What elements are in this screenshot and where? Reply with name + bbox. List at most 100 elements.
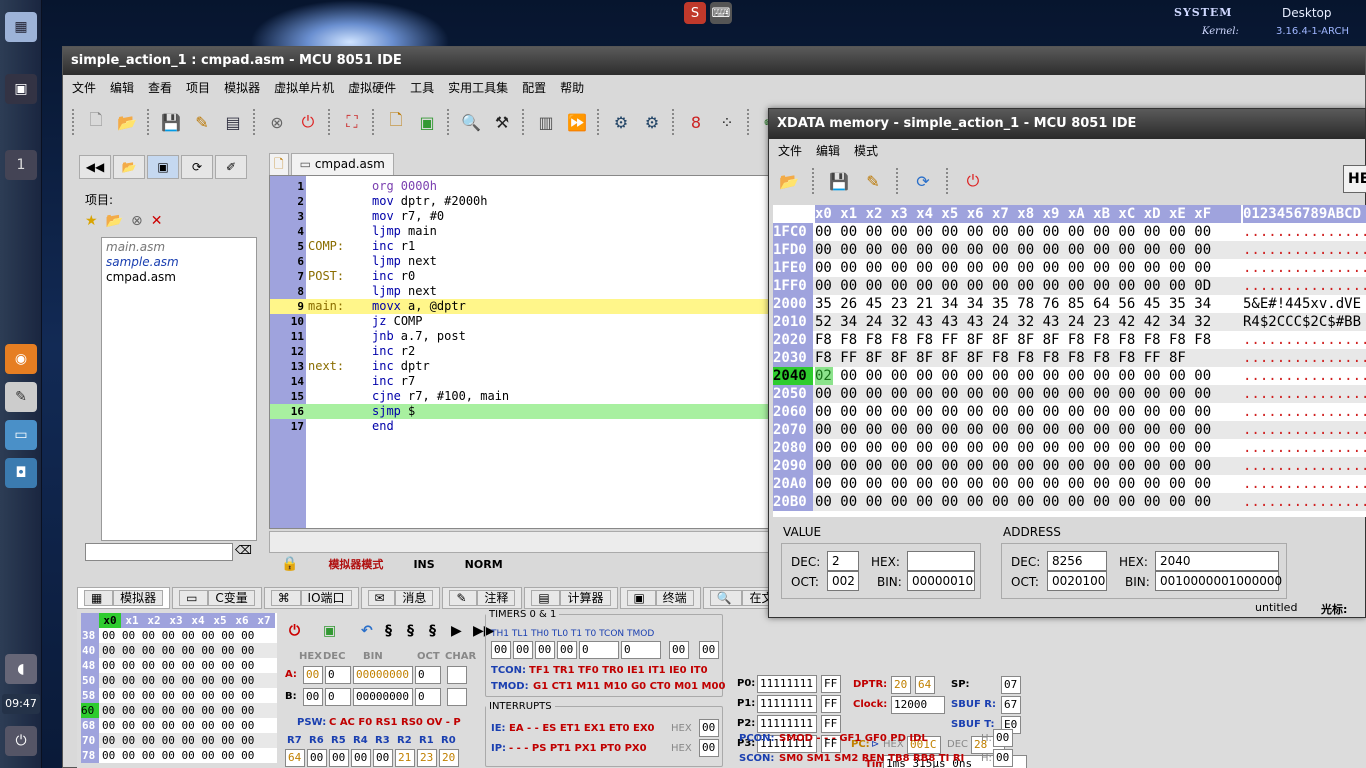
iram-row-values[interactable]: 00 00 00 00 00 00 00 00	[99, 658, 254, 673]
xdata-row-hex[interactable]: 35 26 45 23 21 34 34 35 78 76 85 64 56 4…	[815, 295, 1211, 313]
iram-row[interactable]: 48 00 00 00 00 00 00 00 00	[81, 658, 277, 673]
tmod-value[interactable]: 00	[699, 641, 719, 659]
xdata-row[interactable]: 1FC0 00 00 00 00 00 00 00 00 00 00 00 00 …	[773, 223, 1366, 241]
files-tab-icon[interactable]: ▣	[147, 155, 179, 179]
xdata-row-hex[interactable]: 00 00 00 00 00 00 00 00 00 00 00 00 00 0…	[815, 457, 1211, 475]
refresh-tab-icon[interactable]: ⟳	[181, 155, 213, 179]
xdata-hex-grid[interactable]: x0 x1 x2 x3 x4 x5 x6 x7 x8 x9 xA xB xC x…	[773, 205, 1366, 517]
iram-row[interactable]: 60 00 00 00 00 00 00 00 00	[81, 703, 277, 718]
list-item[interactable]: main.asm	[106, 240, 252, 255]
t1-value[interactable]: 0	[579, 641, 619, 659]
tab-io-ports[interactable]: ⌘ IO端口	[263, 587, 359, 609]
menu-file[interactable]: 文件	[65, 78, 103, 98]
tl1-value[interactable]: 00	[513, 641, 533, 659]
register-value[interactable]: 00	[307, 749, 327, 767]
xdata-row-hex[interactable]: 00 00 00 00 00 00 00 00 00 00 00 00 00 0…	[815, 223, 1211, 241]
app-tray-icon[interactable]: S	[684, 2, 706, 24]
xdata-row-hex[interactable]: 00 00 00 00 00 00 00 00 00 00 00 00 00 0…	[815, 403, 1211, 421]
tab-messages[interactable]: ✉ 消息	[360, 587, 441, 609]
xdata-row[interactable]: 2010 52 34 24 32 43 43 43 24 32 43 24 23 …	[773, 313, 1366, 331]
reg-b-char[interactable]	[447, 688, 467, 706]
compile-icon[interactable]: ⚙	[607, 108, 635, 136]
xdata-row[interactable]: 20A0 00 00 00 00 00 00 00 00 00 00 00 00 …	[773, 475, 1366, 493]
step-out-icon[interactable]: §	[429, 623, 436, 639]
disasm-icon[interactable]: ▥	[532, 108, 560, 136]
menu-utilities[interactable]: 实用工具集	[441, 78, 515, 98]
xdata-row[interactable]: 2060 00 00 00 00 00 00 00 00 00 00 00 00 …	[773, 403, 1366, 421]
iram-row[interactable]: 38 00 00 00 00 00 00 00 00	[81, 628, 277, 643]
scon-value[interactable]: 00	[993, 749, 1013, 767]
open-icon[interactable]: 📂	[106, 213, 123, 229]
rss-icon[interactable]: ◉	[5, 344, 37, 374]
dptr-low[interactable]: 64	[915, 676, 935, 694]
xdata-row[interactable]: 2090 00 00 00 00 00 00 00 00 00 00 00 00 …	[773, 457, 1366, 475]
port-binary[interactable]: 11111111	[757, 715, 817, 733]
reg-a-bin[interactable]: 00000000	[353, 666, 413, 684]
xdata-row[interactable]: 2080 00 00 00 00 00 00 00 00 00 00 00 00 …	[773, 439, 1366, 457]
open-icon[interactable]: 📂	[775, 167, 803, 195]
reg-b-hex[interactable]: 00	[303, 688, 323, 706]
reg-a-oct[interactable]: 0	[415, 666, 441, 684]
code-line[interactable]: 3 mov r7, #0	[270, 209, 770, 224]
list-item[interactable]: cmpad.asm	[106, 270, 252, 285]
code-line[interactable]: 1 org 0000h	[270, 179, 770, 194]
code-line[interactable]: 7 POST: inc r0	[270, 269, 770, 284]
refresh-icon[interactable]: ⟳	[909, 167, 937, 195]
workspace-number[interactable]: 1	[5, 150, 37, 180]
port-hex[interactable]: FF	[821, 695, 841, 713]
stop-icon[interactable]: ⏻	[289, 623, 300, 639]
workspace-switcher[interactable]: ▣	[5, 74, 37, 104]
step-over-icon[interactable]: §	[407, 623, 414, 639]
register-value[interactable]: 20	[439, 749, 459, 767]
menu-virtual-mcu[interactable]: 虚拟单片机	[267, 78, 341, 98]
editor-icon[interactable]: ✎	[5, 382, 37, 412]
pcon-value[interactable]: 00	[993, 729, 1013, 747]
menu-tools[interactable]: 工具	[403, 78, 441, 98]
open-file-icon[interactable]: 📂	[113, 108, 141, 136]
bookmarks-tab-icon[interactable]: ✐	[215, 155, 247, 179]
iram-row[interactable]: 40 00 00 00 00 00 00 00 00	[81, 643, 277, 658]
value-bin-field[interactable]: 00000010	[907, 571, 975, 591]
folder-icon[interactable]: ▭	[5, 420, 37, 450]
menu-simulator[interactable]: 模拟器	[217, 78, 267, 98]
sp-value[interactable]: 07	[1001, 676, 1021, 694]
code-line[interactable]: 9 main: movx a, @dptr	[270, 299, 770, 314]
tab-simulator[interactable]: ▦ 模拟器	[77, 587, 171, 609]
register-value[interactable]: 00	[329, 749, 349, 767]
xmenu-edit[interactable]: 编辑	[809, 141, 847, 161]
tcon-bits[interactable]: TF1 TR1 TF0 TR0 IE1 IT1 IE0 IT0	[529, 665, 708, 676]
xdata-window-title[interactable]: XDATA memory - simple_action_1 - MCU 805…	[769, 109, 1365, 139]
xdata-row[interactable]: 1FF0 00 00 00 00 00 00 00 00 00 00 00 00 …	[773, 277, 1366, 295]
value-dec-field[interactable]: 2	[827, 551, 859, 571]
port-hex[interactable]: FF	[821, 675, 841, 693]
code-line[interactable]: 8 ljmp next	[270, 284, 770, 299]
reg-a-hex[interactable]: 00	[303, 666, 323, 684]
xdata-row[interactable]: 1FE0 00 00 00 00 00 00 00 00 00 00 00 00 …	[773, 259, 1366, 277]
menu-view[interactable]: 查看	[141, 78, 179, 98]
exit-icon[interactable]: ⏻	[294, 108, 322, 136]
addr-oct-field[interactable]: 0020100	[1047, 571, 1107, 591]
new-tab-icon[interactable]: 🗋	[269, 153, 289, 175]
iram-row-values[interactable]: 00 00 00 00 00 00 00 00	[99, 703, 254, 718]
th1-value[interactable]: 00	[491, 641, 511, 659]
desktop-label[interactable]: Desktop	[1282, 6, 1332, 20]
xdata-row[interactable]: 2050 00 00 00 00 00 00 00 00 00 00 00 00 …	[773, 385, 1366, 403]
camera-icon[interactable]: ◘	[5, 458, 37, 488]
menu-edit[interactable]: 编辑	[103, 78, 141, 98]
xdata-row-hex[interactable]: 00 00 00 00 00 00 00 00 00 00 00 00 00 0…	[815, 241, 1211, 259]
port-hex[interactable]: FF	[821, 715, 841, 733]
code-editor[interactable]: 1 org 0000h 2 mov dptr, #2000h 3 mov r7, #0 4 ljmp…	[269, 175, 770, 529]
close-window-icon[interactable]: ⏻	[959, 167, 987, 195]
collapse-panel-icon[interactable]: ◀◀	[79, 155, 111, 179]
port-binary[interactable]: 11111111	[757, 695, 817, 713]
code-line[interactable]: 11 jnb a.7, post	[270, 329, 770, 344]
open-project-icon[interactable]: ▣	[413, 108, 441, 136]
scon-bits[interactable]: SM0 SM1 SM2 REN TB8 RB8 TI RI	[779, 753, 964, 764]
sbuf-r-value[interactable]: 67	[1001, 696, 1021, 714]
tab-notes[interactable]: ✎ 注释	[442, 587, 523, 609]
xdata-row[interactable]: 2000 35 26 45 23 21 34 34 35 78 76 85 64 …	[773, 295, 1366, 313]
find-icon[interactable]: 🔍	[457, 108, 485, 136]
register-value[interactable]: 00	[351, 749, 371, 767]
th0-value[interactable]: 00	[535, 641, 555, 659]
iram-row[interactable]: 78 00 00 00 00 00 00 00 00	[81, 748, 277, 763]
